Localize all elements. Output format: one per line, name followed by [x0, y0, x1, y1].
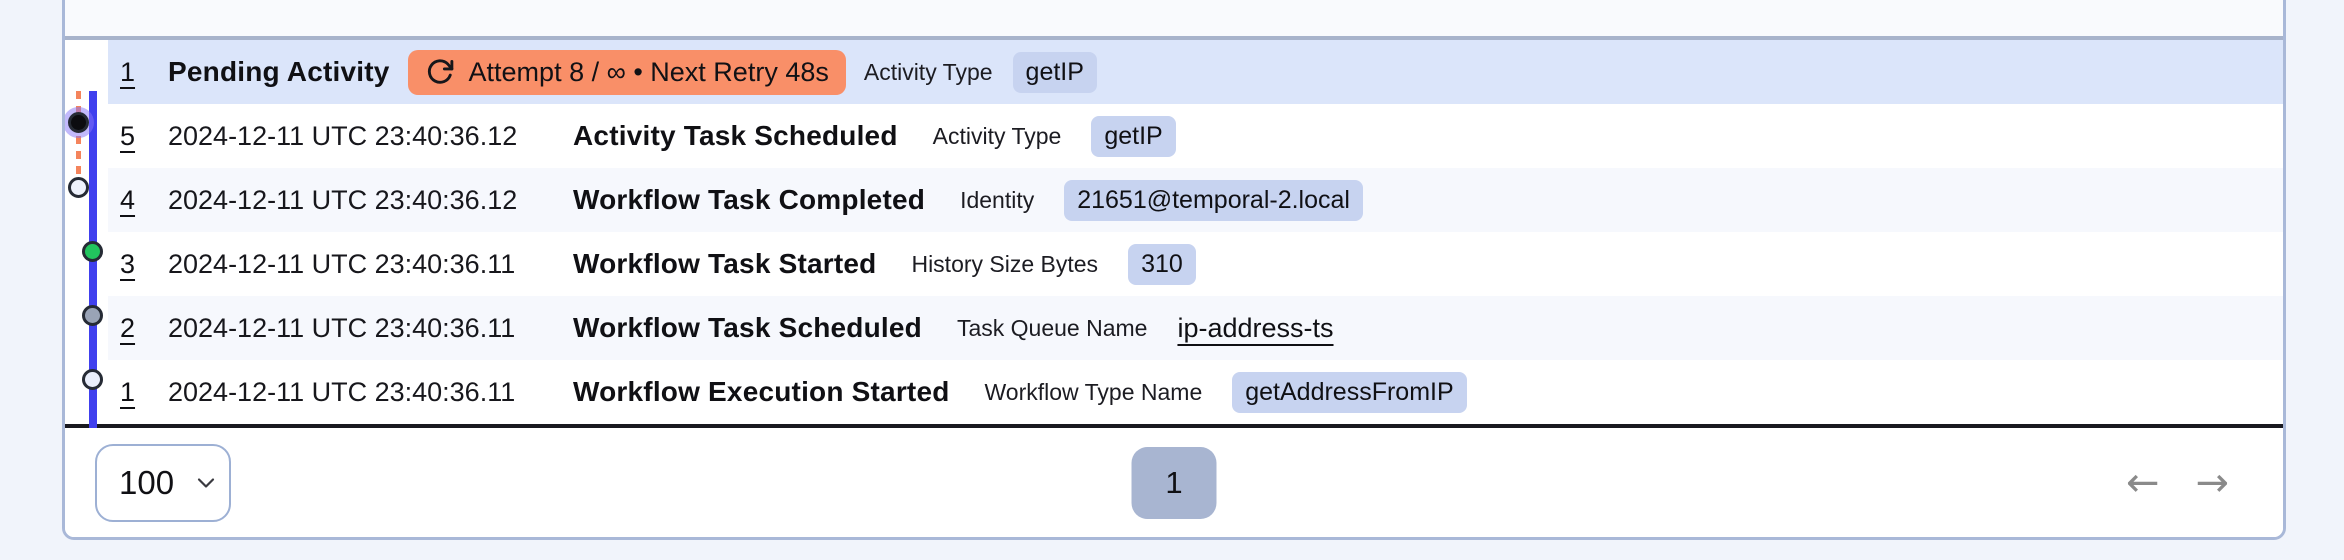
event-id-link[interactable]: 2: [108, 313, 168, 344]
pending-attr-value-badge: getIP: [1012, 51, 1097, 93]
event-attr-label: Identity: [960, 186, 1035, 213]
event-timestamp: 2024-12-11 UTC 23:40:36.11: [168, 248, 516, 279]
pending-activity-dot: [68, 112, 89, 133]
pending-activity-row[interactable]: 1 Pending Activity Attempt 8 / ∞ • Next …: [108, 40, 2283, 104]
retry-badge-label: Attempt 8 / ∞ • Next Retry 48s: [468, 56, 829, 87]
event-dot-2: [82, 369, 103, 390]
event-timestamp: 2024-12-11 UTC 23:40:36.12: [168, 184, 518, 215]
event-dot-5: [68, 177, 89, 198]
event-attr-value-badge: getAddressFromIP: [1232, 371, 1467, 413]
event-name: Activity Task Scheduled: [573, 120, 898, 151]
per-page-select[interactable]: 100: [95, 443, 231, 522]
event-timestamp: 2024-12-11 UTC 23:40:36.11: [168, 376, 516, 407]
table-top-strip: [65, 0, 2283, 36]
timeline-retry-dashed-line: [76, 91, 81, 193]
event-dot-4: [82, 241, 103, 262]
event-row-2[interactable]: 2 2024-12-11 UTC 23:40:36.11 Workflow Ta…: [108, 296, 2283, 360]
event-attr-label: History Size Bytes: [911, 250, 1099, 277]
event-attr-label: Task Queue Name: [956, 314, 1148, 341]
pending-activity-number-link[interactable]: 1: [108, 57, 168, 88]
timeline-line: [89, 91, 97, 475]
event-attr-label: Activity Type: [932, 122, 1062, 149]
event-history-rows: 1 Pending Activity Attempt 8 / ∞ • Next …: [65, 40, 2283, 475]
event-row-1[interactable]: 1 2024-12-11 UTC 23:40:36.11 Workflow Ex…: [108, 360, 2283, 424]
event-row-3[interactable]: 3 2024-12-11 UTC 23:40:36.11 Workflow Ta…: [108, 232, 2283, 296]
event-timestamp: 2024-12-11 UTC 23:40:36.11: [168, 312, 516, 343]
event-name: Workflow Task Completed: [573, 184, 926, 215]
pending-attr-label: Activity Type: [863, 58, 993, 85]
event-id-link[interactable]: 3: [108, 249, 168, 280]
pending-activity-title: Pending Activity: [168, 56, 390, 87]
event-row-4[interactable]: 4 2024-12-11 UTC 23:40:36.12 Workflow Ta…: [108, 168, 2283, 232]
event-id-link[interactable]: 5: [108, 121, 168, 152]
event-timeline: [65, 40, 108, 475]
event-history-panel: 1 Pending Activity Attempt 8 / ∞ • Next …: [62, 0, 2286, 540]
event-attr-value-badge: 310: [1128, 243, 1196, 285]
per-page-select-wrap: 100: [95, 443, 231, 522]
retry-icon: [425, 57, 455, 87]
event-id-link[interactable]: 1: [108, 377, 168, 408]
next-page-icon[interactable]: →: [2191, 463, 2233, 503]
pagination-arrows: ← →: [2122, 463, 2233, 503]
pagination-footer: 100 1 ← →: [65, 428, 2283, 537]
event-id-link[interactable]: 4: [108, 185, 168, 216]
event-name: Workflow Task Started: [573, 248, 877, 279]
retry-attempt-badge: Attempt 8 / ∞ • Next Retry 48s: [407, 49, 846, 95]
prev-page-icon[interactable]: ←: [2122, 463, 2164, 503]
event-attr-label: Workflow Type Name: [984, 378, 1203, 405]
event-attr-value-badge: 21651@temporal-2.local: [1064, 179, 1363, 221]
event-name: Workflow Execution Started: [573, 376, 950, 407]
event-row-5[interactable]: 5 2024-12-11 UTC 23:40:36.12 Activity Ta…: [108, 104, 2283, 168]
task-queue-link[interactable]: ip-address-ts: [1177, 313, 1333, 344]
event-dot-3: [82, 305, 103, 326]
event-timestamp: 2024-12-11 UTC 23:40:36.12: [168, 120, 518, 151]
event-name: Workflow Task Scheduled: [573, 312, 922, 343]
event-attr-value-badge: getIP: [1091, 115, 1176, 157]
current-page-button[interactable]: 1: [1131, 446, 1217, 519]
